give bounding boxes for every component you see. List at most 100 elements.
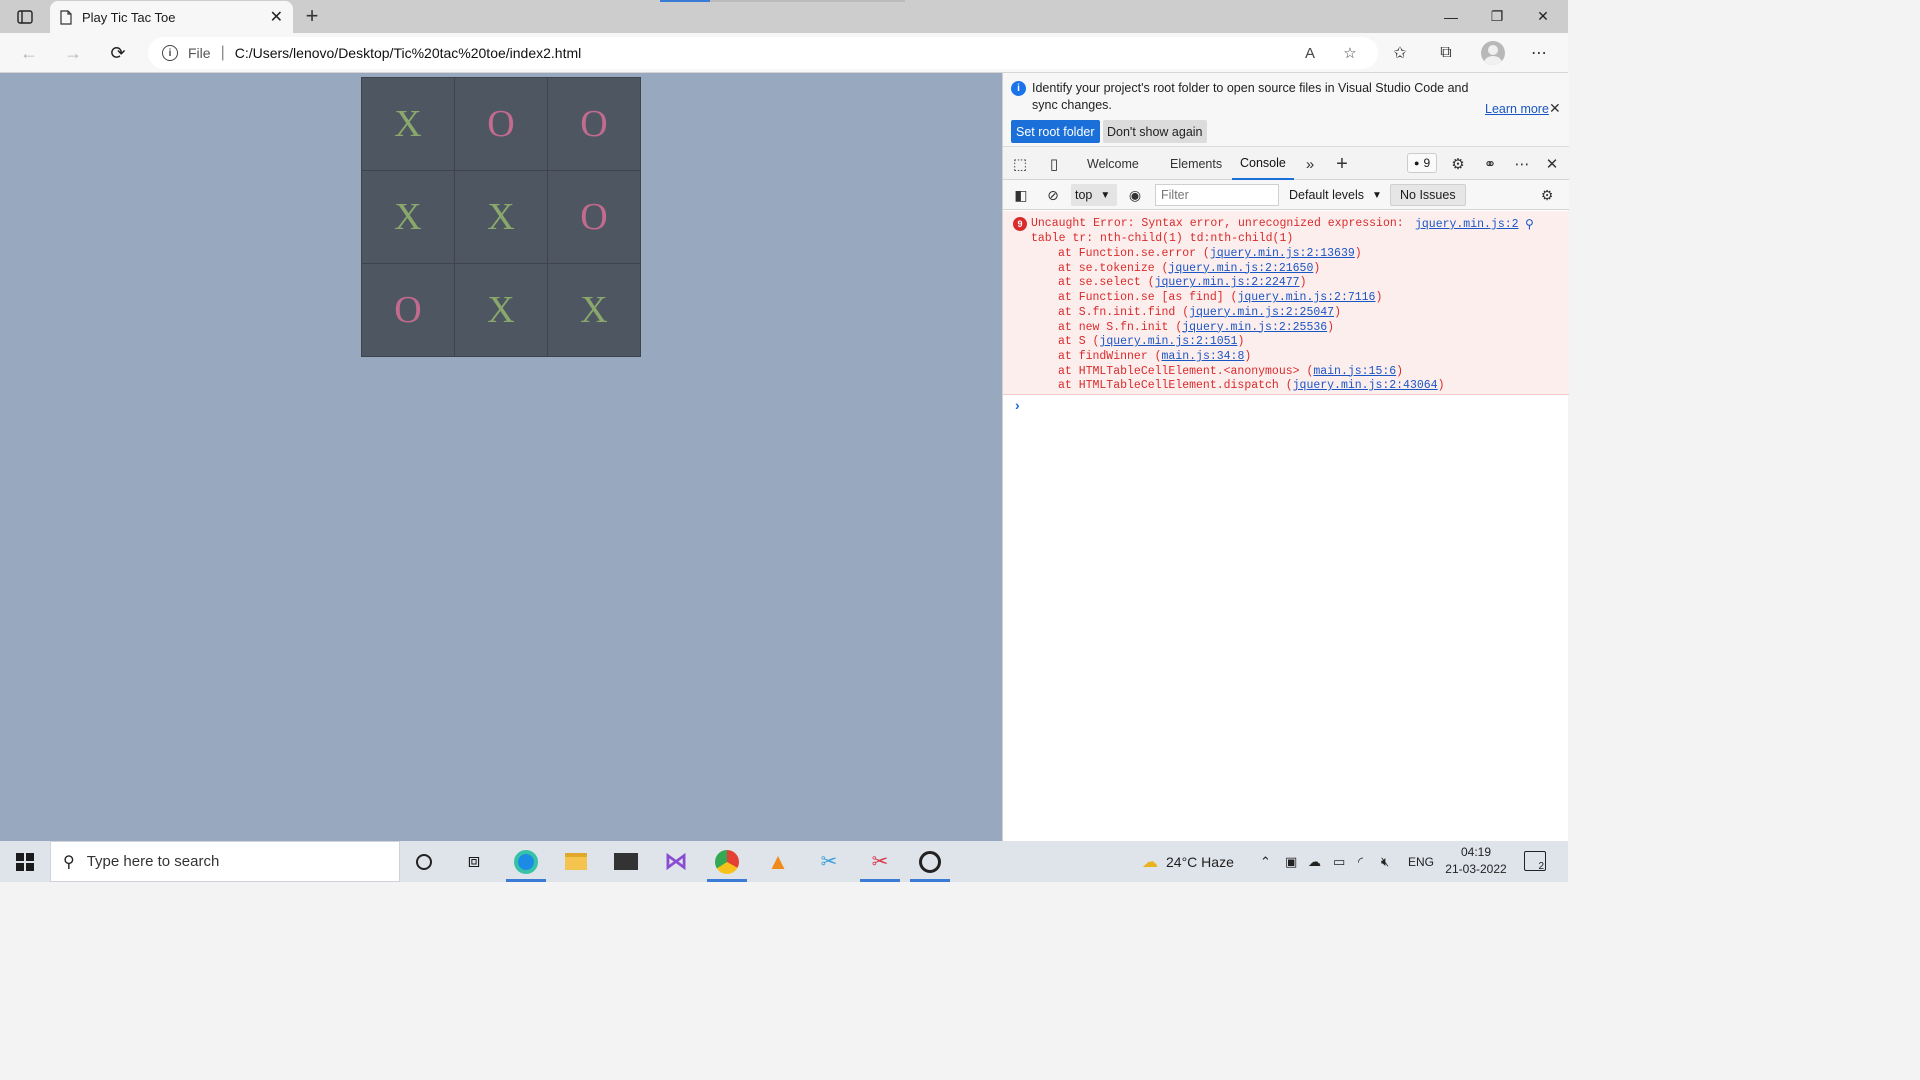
taskbar-search-box[interactable]: ⚲ Type here to search	[50, 841, 400, 882]
stack-trace-line: at S.fn.init.find (jquery.min.js:2:25047…	[1058, 306, 1341, 321]
stack-source-link[interactable]: main.js:15:6	[1313, 365, 1396, 378]
connect-icon[interactable]: ⚭	[1479, 153, 1501, 175]
tab-console[interactable]: Console	[1232, 147, 1294, 180]
file-explorer-icon[interactable]	[552, 841, 600, 882]
tab-elements[interactable]: Elements	[1170, 147, 1222, 180]
favorites-icon[interactable]: ✩	[1386, 41, 1414, 65]
stack-source-link[interactable]: jquery.min.js:2:13639	[1210, 247, 1355, 260]
snipping-tool-icon[interactable]: ✂	[856, 841, 904, 882]
console-settings-gear-icon[interactable]: ⚙	[1537, 185, 1557, 205]
settings-gear-icon[interactable]: ⚙	[1447, 153, 1469, 175]
show-hidden-icons-chevron-icon[interactable]: ⌃	[1260, 841, 1271, 882]
board-row: XOO	[361, 77, 641, 171]
tab-actions-button[interactable]	[10, 6, 40, 28]
stack-source-link[interactable]: jquery.min.js:2:21650	[1168, 262, 1313, 275]
learn-more-link[interactable]: Learn more	[1485, 102, 1549, 116]
visual-studio-icon[interactable]: ⋈	[652, 841, 700, 882]
stack-source-link[interactable]: jquery.min.js:2:25536	[1182, 321, 1327, 334]
wifi-icon[interactable]: ◜	[1358, 841, 1363, 882]
cortana-icon[interactable]	[400, 841, 448, 882]
board-cell[interactable]: X	[454, 170, 548, 264]
stack-source-link[interactable]: jquery.min.js:2:22477	[1155, 276, 1300, 289]
add-tab-icon[interactable]: +	[1331, 153, 1353, 175]
context-select[interactable]: top ▼	[1071, 184, 1117, 206]
board-cell[interactable]: O	[547, 170, 641, 264]
device-emulation-icon[interactable]: ▯	[1043, 153, 1065, 175]
volume-muted-icon[interactable]: 🔇︎	[1381, 841, 1389, 882]
address-bar[interactable]: i File | C:/Users/lenovo/Desktop/Tic%20t…	[148, 37, 1378, 69]
photos-icon[interactable]	[906, 841, 954, 882]
log-levels-dropdown[interactable]: Default levels ▼	[1289, 184, 1382, 206]
stack-source-link[interactable]: jquery.min.js:2:43064	[1293, 379, 1438, 392]
no-issues-button[interactable]: No Issues	[1390, 184, 1466, 206]
clock-date: 21-03-2022	[1445, 862, 1507, 876]
board-cell[interactable]: O	[547, 77, 641, 171]
stack-source-link[interactable]: main.js:34:8	[1162, 350, 1245, 363]
board-cell[interactable]: X	[547, 263, 641, 357]
stack-end: )	[1244, 349, 1252, 363]
console-prompt[interactable]: ›	[1015, 397, 1020, 413]
refresh-button[interactable]: ⟳	[103, 39, 133, 67]
error-source-link[interactable]: jquery.min.js:2	[1415, 218, 1519, 231]
board-cell[interactable]: O	[454, 77, 548, 171]
board-cell[interactable]: X	[454, 263, 548, 357]
stack-function: at S.fn.init.find (	[1058, 305, 1190, 319]
stack-source-link[interactable]: jquery.min.js:2:7116	[1237, 291, 1375, 304]
board-cell[interactable]: X	[361, 77, 455, 171]
tab-welcome[interactable]: Welcome	[1087, 147, 1139, 180]
task-view-icon[interactable]: ⧈	[450, 841, 498, 882]
context-value: top	[1075, 188, 1093, 202]
more-menu-icon[interactable]: ⋯	[1525, 41, 1553, 65]
clear-console-icon[interactable]: ⊘	[1043, 185, 1063, 205]
stack-end: )	[1354, 247, 1362, 260]
profile-avatar[interactable]	[1481, 41, 1505, 65]
app-icon[interactable]: ✂	[805, 841, 853, 882]
language-indicator[interactable]: ENG	[1408, 841, 1434, 882]
weather-widget[interactable]: ☁ 24°C Haze	[1142, 841, 1234, 882]
inspect-element-icon[interactable]: ⬚	[1009, 153, 1031, 175]
read-aloud-icon[interactable]: A	[1296, 45, 1324, 62]
clock-time: 04:19	[1460, 845, 1492, 859]
collections-icon[interactable]: ⧉	[1432, 41, 1460, 65]
chrome-icon[interactable]	[703, 841, 751, 882]
dont-show-again-button[interactable]: Don't show again	[1103, 120, 1207, 143]
restore-button[interactable]: ❐	[1474, 0, 1520, 33]
back-button[interactable]: ←	[14, 39, 44, 67]
stack-source-link[interactable]: jquery.min.js:2:25047	[1189, 306, 1334, 319]
issues-badge[interactable]: ● 9	[1407, 153, 1438, 173]
issues-count: 9	[1423, 156, 1431, 170]
stack-source-link[interactable]: jquery.min.js:2:1051	[1099, 335, 1237, 348]
more-options-icon[interactable]: ⋯	[1511, 153, 1533, 175]
sidebar-toggle-icon[interactable]: ◧	[1011, 185, 1031, 205]
live-expression-eye-icon[interactable]: ◉	[1125, 185, 1145, 205]
close-infobar-icon[interactable]: ✕	[1549, 100, 1561, 117]
stack-trace-line: at se.select (jquery.min.js:2:22477)	[1058, 276, 1306, 291]
notifications-icon[interactable]: 2	[1524, 851, 1546, 872]
search-icon[interactable]: ⚲	[1525, 217, 1534, 231]
more-tabs-icon[interactable]: »	[1299, 153, 1321, 175]
board-cell[interactable]: X	[361, 170, 455, 264]
tab-scroll-indicator	[660, 0, 905, 2]
console-toolbar: ◧ ⊘ top ▼ ◉ Default levels ▼ No Issues ⚙	[1003, 180, 1569, 210]
board-cell[interactable]: O	[361, 263, 455, 357]
meet-now-icon[interactable]: ▣	[1285, 841, 1297, 882]
url-text[interactable]: C:/Users/lenovo/Desktop/Tic%20tac%20toe/…	[235, 45, 1284, 61]
vlc-icon[interactable]: ▲	[754, 841, 802, 882]
forward-button[interactable]: →	[58, 39, 88, 67]
edge-browser-icon[interactable]	[502, 841, 550, 882]
close-window-button[interactable]: ✕	[1520, 0, 1566, 33]
browser-tab[interactable]: Play Tic Tac Toe ✕	[50, 1, 293, 33]
add-favorite-icon[interactable]: ☆	[1336, 44, 1364, 62]
clock[interactable]: 04:19 21-03-2022	[1440, 844, 1512, 878]
close-devtools-icon[interactable]: ✕	[1541, 153, 1563, 175]
site-info-icon[interactable]: i	[162, 45, 178, 61]
set-root-folder-button[interactable]: Set root folder	[1011, 120, 1100, 143]
minimize-button[interactable]: —	[1428, 0, 1474, 33]
filter-input[interactable]	[1155, 184, 1279, 206]
start-button[interactable]	[0, 841, 50, 882]
close-tab-icon[interactable]: ✕	[270, 7, 283, 27]
onedrive-icon[interactable]: ☁	[1308, 841, 1321, 882]
mail-icon[interactable]	[602, 841, 650, 882]
new-tab-button[interactable]: +	[300, 3, 324, 28]
battery-icon[interactable]: ▭	[1333, 841, 1345, 882]
